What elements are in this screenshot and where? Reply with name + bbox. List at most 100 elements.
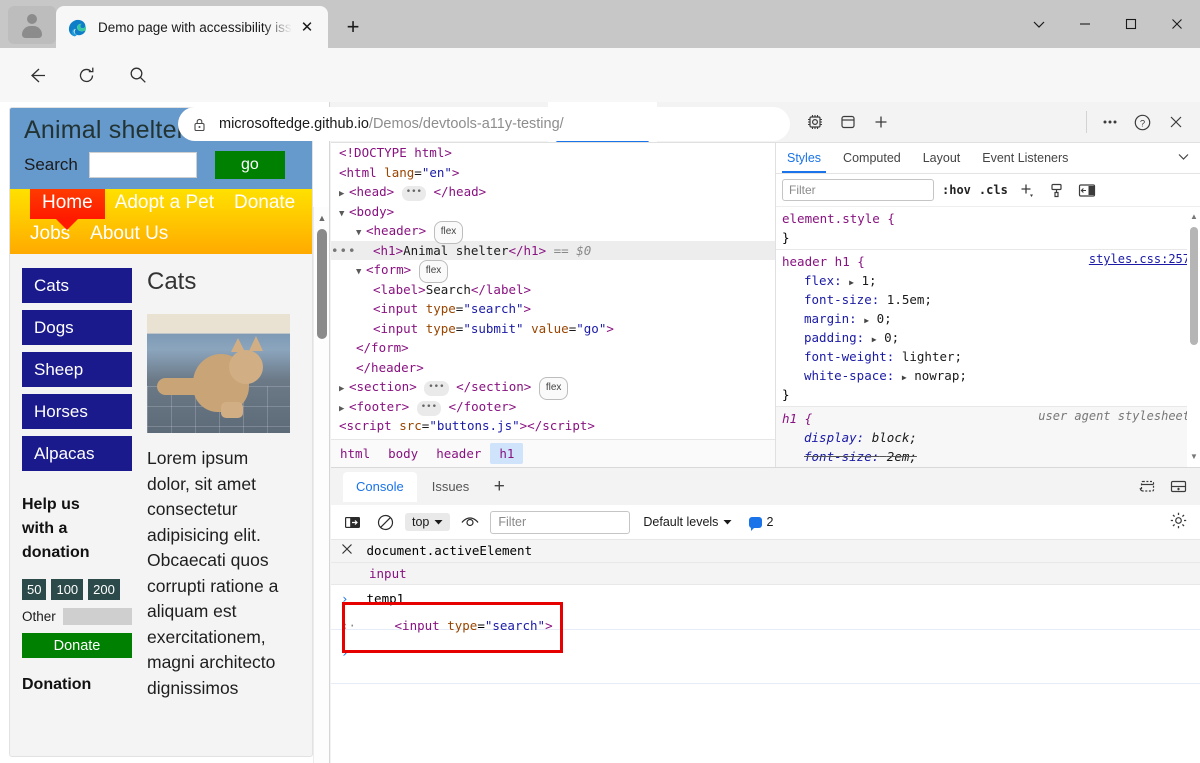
new-tab-button[interactable]: + <box>336 10 370 44</box>
window-close-button[interactable] <box>1154 0 1200 48</box>
styles-scroll-down-icon[interactable]: ▼ <box>1187 449 1200 463</box>
dom-node-line[interactable]: ▶<section> ••• </section> flex <box>331 377 775 397</box>
css-declaration[interactable]: flex: ▶ 1; <box>782 271 1200 290</box>
minimize-button[interactable] <box>1062 0 1108 48</box>
css-rule[interactable]: element.style {} <box>776 207 1200 250</box>
nav-item-home[interactable]: Home <box>30 189 105 219</box>
console-settings-gear-icon[interactable] <box>1164 506 1192 534</box>
amount-100[interactable]: 100 <box>51 579 83 600</box>
breadcrumb-h1[interactable]: h1 <box>490 443 523 464</box>
page-scrollbar[interactable]: ▲ ▼ <box>313 207 329 763</box>
css-declaration[interactable]: display: block; <box>782 428 1200 447</box>
console-context-selector[interactable]: top <box>405 513 450 531</box>
dom-node-line[interactable]: <html lang="en"> <box>331 163 775 183</box>
dom-node-line[interactable]: <label>Search</label> <box>331 280 775 300</box>
page-scroll-thumb[interactable] <box>317 229 327 339</box>
css-declaration[interactable]: font-size: 1.5em; <box>782 290 1200 309</box>
drawer-tab-issues[interactable]: Issues <box>419 472 483 502</box>
address-bar[interactable]: microsoftedge.github.io/Demos/devtools-a… <box>178 107 790 141</box>
dom-node-line[interactable]: <!DOCTYPE html> <box>331 143 775 163</box>
console-sidebar-icon[interactable] <box>339 509 365 535</box>
cls-toggle[interactable]: .cls <box>979 183 1008 197</box>
search-input[interactable] <box>89 152 197 178</box>
styles-tab-event-listeners[interactable]: Event Listeners <box>971 143 1079 173</box>
color-picker-icon[interactable] <box>1046 179 1068 201</box>
profile-button[interactable] <box>8 6 56 44</box>
search-icon[interactable] <box>120 57 156 93</box>
maximize-button[interactable] <box>1108 0 1154 48</box>
new-style-rule-icon[interactable] <box>1016 179 1038 201</box>
css-declaration[interactable]: padding: ▶ 0; <box>782 328 1200 347</box>
devtools-close-icon[interactable] <box>1159 106 1192 139</box>
drawer-add-tab-button[interactable]: + <box>484 472 514 502</box>
live-expression-icon[interactable] <box>457 509 483 535</box>
styles-more-chevron-icon[interactable] <box>1167 150 1200 166</box>
styles-tab-layout[interactable]: Layout <box>912 143 972 173</box>
category-sheep[interactable]: Sheep <box>22 352 132 387</box>
dom-node-line[interactable]: ▼<form> flex <box>331 260 775 280</box>
node-menu-dots-icon[interactable]: ••• <box>331 241 357 261</box>
css-rule[interactable]: header h1 {styles.css:257flex: ▶ 1;font-… <box>776 250 1200 407</box>
dom-node-line[interactable]: <input type="submit" value="go"> <box>331 319 775 339</box>
category-dogs[interactable]: Dogs <box>22 310 132 345</box>
css-source-link[interactable]: styles.css:257 <box>1089 252 1190 266</box>
tab-close-button[interactable]: ✕ <box>294 14 320 40</box>
category-horses[interactable]: Horses <box>22 394 132 429</box>
styles-scroll-thumb[interactable] <box>1190 227 1198 345</box>
breadcrumb-html[interactable]: html <box>331 443 379 464</box>
css-rule[interactable]: h1 {user agent stylesheetdisplay: block;… <box>776 407 1200 467</box>
console-levels-selector[interactable]: Default levels <box>643 515 732 529</box>
nav-item-donate[interactable]: Donate <box>224 189 305 219</box>
css-selector[interactable]: element.style { <box>782 209 1200 228</box>
dom-node-line[interactable]: </form> <box>331 338 775 358</box>
other-amount-input[interactable] <box>63 608 132 625</box>
amount-50[interactable]: 50 <box>22 579 46 600</box>
back-button[interactable] <box>18 57 54 93</box>
memory-chip-icon[interactable] <box>799 106 832 139</box>
clear-console-icon[interactable] <box>372 509 398 535</box>
console-prompt-empty[interactable]: › <box>331 639 1200 666</box>
add-panel-icon[interactable] <box>865 106 898 139</box>
go-button[interactable]: go <box>215 151 285 179</box>
css-declaration[interactable]: font-weight: lighter; <box>782 347 1200 366</box>
close-x-icon[interactable] <box>341 541 359 562</box>
devtools-more-icon[interactable] <box>1093 106 1126 139</box>
dom-node-line[interactable]: <script src="buttons.js"></script> <box>331 416 775 436</box>
dom-tree[interactable]: <!DOCTYPE html><html lang="en">▶<head> •… <box>331 143 775 439</box>
dock-to-bottom-icon[interactable] <box>1132 473 1160 501</box>
console-filter-input[interactable]: Filter <box>490 511 630 534</box>
drawer-tab-console[interactable]: Console <box>343 472 417 502</box>
console-output[interactable]: document.activeElement input › temp1 ‹· … <box>331 540 1200 763</box>
dom-node-line[interactable]: ▼<header> flex <box>331 221 775 241</box>
amount-200[interactable]: 200 <box>88 579 120 600</box>
css-declaration[interactable]: margin: ▶ 0; <box>782 309 1200 328</box>
styles-scrollbar[interactable]: ▲ ▼ <box>1187 207 1200 467</box>
css-declaration[interactable]: font-size: 2em; <box>782 447 1200 466</box>
console-prompt-temp1[interactable]: › temp1 <box>331 585 1200 612</box>
console-issues-count[interactable]: 2 <box>749 515 773 529</box>
dom-node-line[interactable]: </header> <box>331 358 775 378</box>
nav-item-about[interactable]: About Us <box>80 220 178 250</box>
css-declaration[interactable]: white-space: ▶ nowrap; <box>782 366 1200 385</box>
category-cats[interactable]: Cats <box>22 268 132 303</box>
dom-node-line[interactable]: <input type="search"> <box>331 299 775 319</box>
refresh-button[interactable] <box>68 57 104 93</box>
category-alpacas[interactable]: Alpacas <box>22 436 132 471</box>
css-rules[interactable]: element.style {}header h1 {styles.css:25… <box>776 207 1200 467</box>
hov-toggle[interactable]: :hov <box>942 183 971 197</box>
open-drawer-icon[interactable] <box>1164 473 1192 501</box>
dom-node-line[interactable]: •••<h1>Animal shelter</h1> == $0 <box>331 241 775 261</box>
styles-tab-computed[interactable]: Computed <box>832 143 912 173</box>
scroll-up-arrow-icon[interactable]: ▲ <box>314 210 330 226</box>
donate-button[interactable]: Donate <box>22 633 132 658</box>
dom-node-line[interactable]: ▶<head> ••• </head> <box>331 182 775 202</box>
devtools-help-icon[interactable]: ? <box>1126 106 1159 139</box>
styles-scroll-up-icon[interactable]: ▲ <box>1187 209 1200 223</box>
nav-item-adopt[interactable]: Adopt a Pet <box>105 189 224 219</box>
styles-tab-styles[interactable]: Styles <box>776 143 832 173</box>
dom-node-line[interactable]: ▼<body> <box>331 202 775 222</box>
styles-filter-input[interactable]: Filter <box>782 179 934 201</box>
breadcrumb-body[interactable]: body <box>379 443 427 464</box>
tab-actions-chevron-icon[interactable] <box>1016 0 1062 48</box>
toggle-sidebar-icon[interactable] <box>1076 179 1098 201</box>
